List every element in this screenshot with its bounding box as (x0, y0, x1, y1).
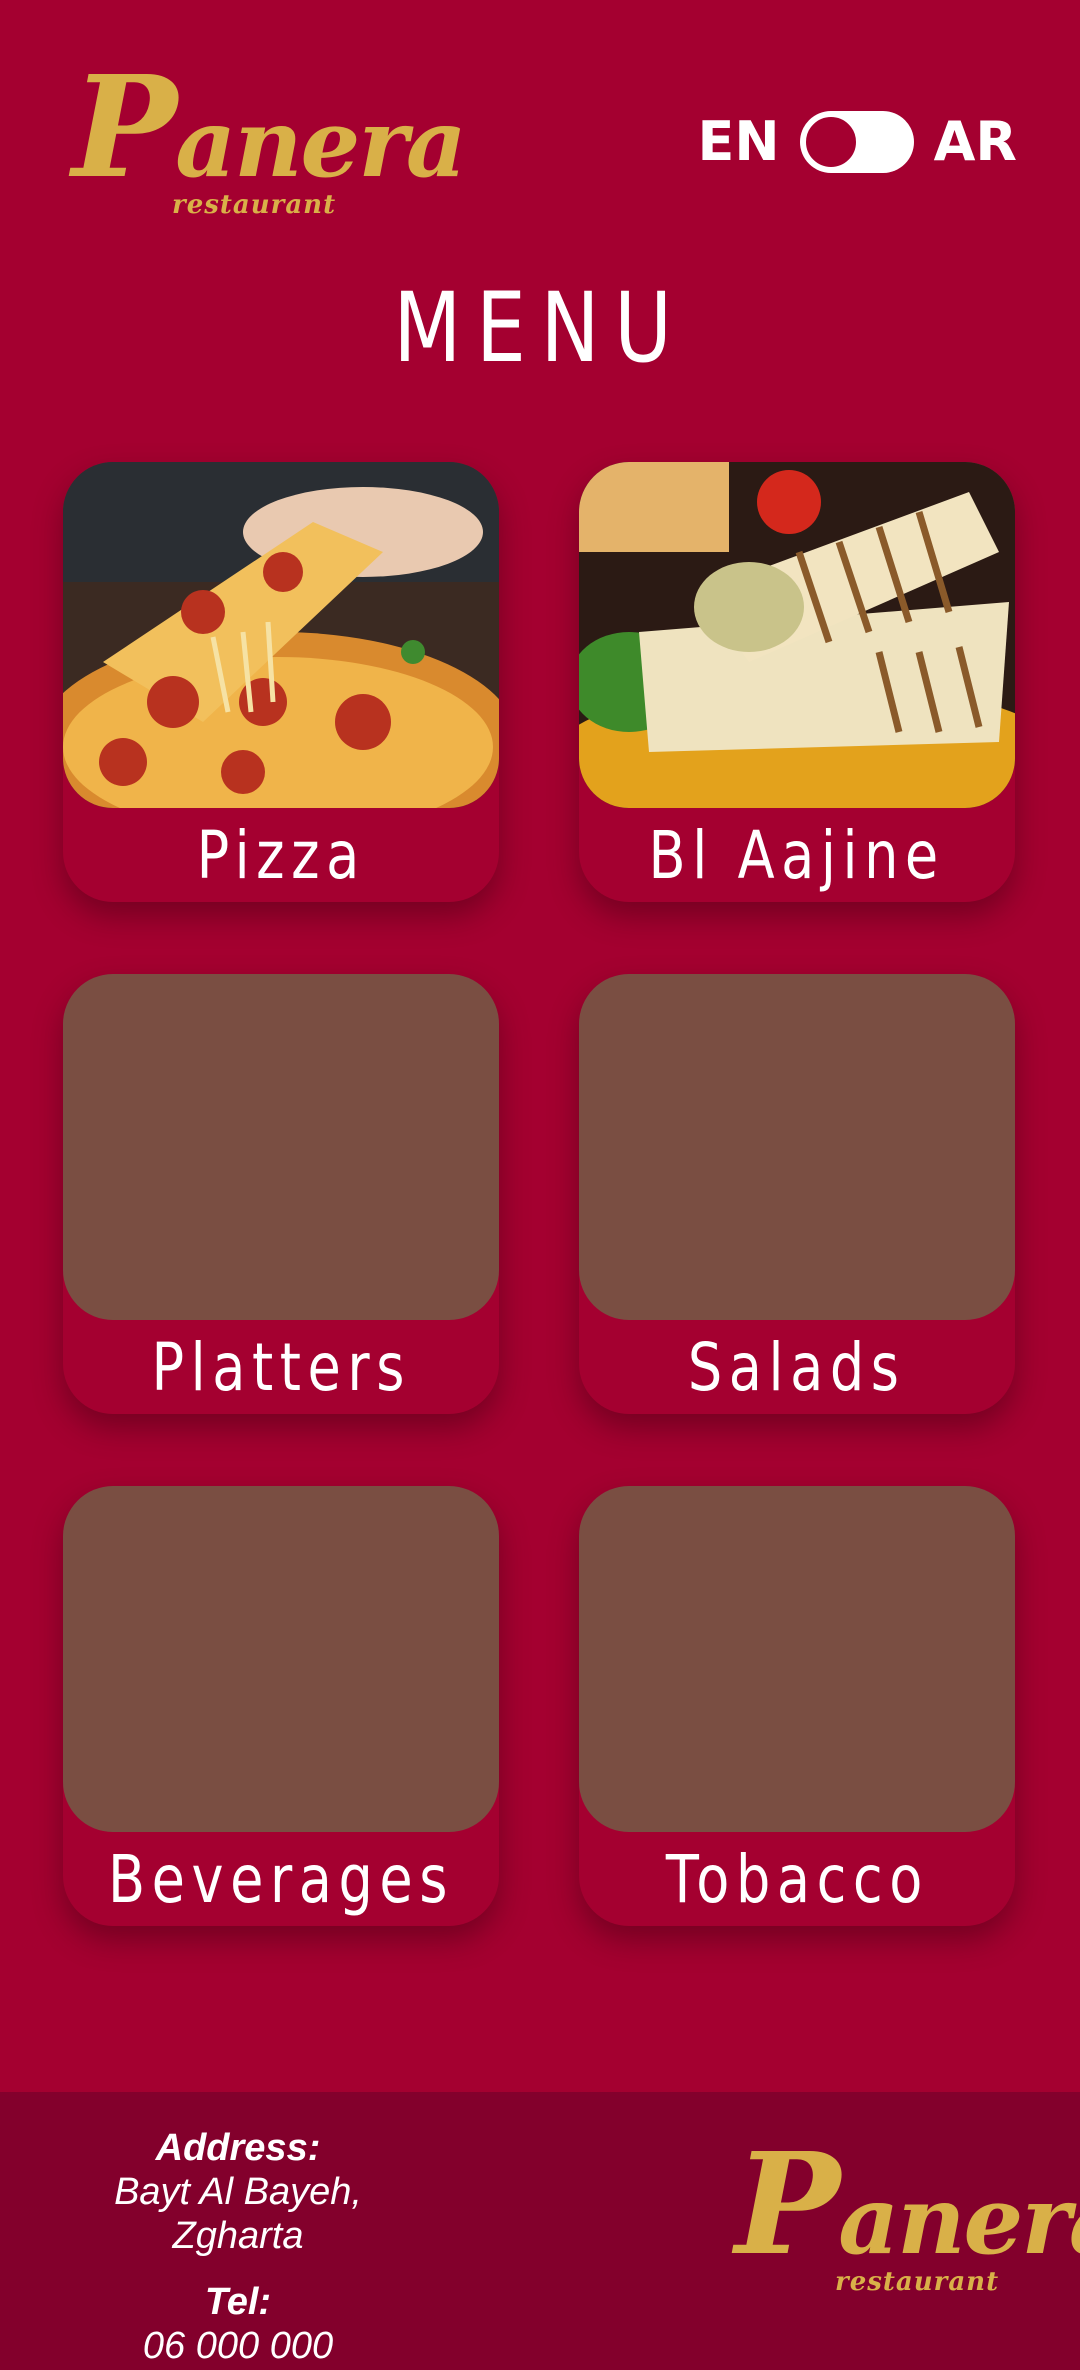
brand-logo-name: Panera (735, 2123, 1080, 2287)
footer-contact: Address: Bayt Al Bayeh, Zgharta Tel: 06 … (48, 2126, 428, 2368)
brand-logo: Panera restaurant (72, 46, 467, 228)
brand-logo-name: Panera (72, 46, 467, 210)
wrap-image (579, 462, 1015, 808)
wrap-photo-icon (579, 462, 1015, 808)
category-label: Salads (688, 1328, 906, 1406)
placeholder-image (63, 974, 499, 1320)
category-card-platters[interactable]: Platters (63, 974, 499, 1414)
tel-label: Tel: (204, 2281, 272, 2323)
pizza-photo-icon (63, 462, 499, 808)
category-card-salads[interactable]: Salads (579, 974, 1015, 1414)
brand-logo-subtitle: restaurant (172, 190, 337, 220)
brand-logo-subtitle: restaurant (835, 2267, 1000, 2297)
language-switch[interactable] (799, 110, 914, 173)
placeholder-image (63, 1486, 499, 1832)
placeholder-image (579, 1486, 1015, 1832)
category-card-pizza[interactable]: Pizza (63, 462, 499, 902)
category-label: Tobacco (665, 1840, 929, 1918)
category-label: Beverages (107, 1840, 455, 1918)
placeholder-image (579, 974, 1015, 1320)
category-label: Pizza (196, 816, 366, 894)
pizza-image (63, 462, 499, 808)
footer-brand-logo: Panera restaurant (735, 2123, 1080, 2305)
category-card-tobacco[interactable]: Tobacco (579, 1486, 1015, 1926)
category-card-beverages[interactable]: Beverages (63, 1486, 499, 1926)
language-switch-knob (805, 116, 856, 167)
address-label: Address: (155, 2127, 321, 2169)
category-label: Platters (151, 1328, 411, 1406)
tel-value[interactable]: 06 000 000 (48, 2324, 428, 2368)
category-card-bl-aajine[interactable]: Bl Aajine (579, 462, 1015, 902)
language-toggle: EN AR (698, 110, 1017, 173)
address-value: Bayt Al Bayeh, Zgharta (114, 2171, 362, 2257)
language-ar-label[interactable]: AR (934, 110, 1017, 173)
category-label: Bl Aajine (648, 816, 946, 894)
language-en-label[interactable]: EN (698, 110, 780, 173)
page-title: MENU (393, 272, 687, 384)
